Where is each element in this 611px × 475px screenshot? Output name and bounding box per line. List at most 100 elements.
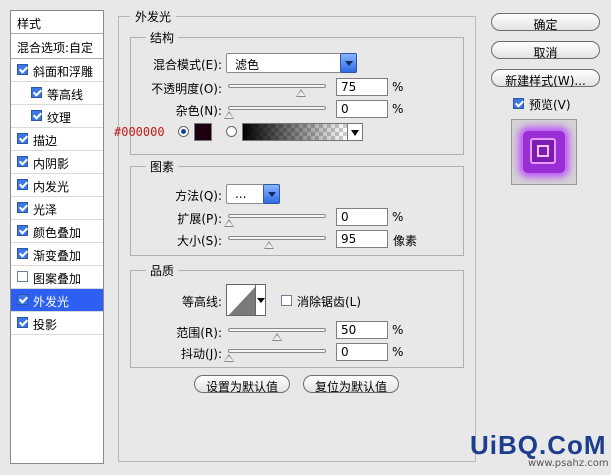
drop-shadow-checkbox[interactable] <box>17 317 28 328</box>
jitter-slider-handle[interactable] <box>224 354 234 362</box>
color-overlay-checkbox[interactable] <box>17 225 28 236</box>
style-item-color-overlay[interactable]: 颜色叠加 <box>11 220 103 243</box>
range-input[interactable]: 50 <box>336 321 388 339</box>
inner-shadow-checkbox[interactable] <box>17 156 28 167</box>
pattern-overlay-label: 图案叠加 <box>33 272 82 286</box>
opacity-value: 75 <box>341 80 357 94</box>
jitter-input[interactable]: 0 <box>336 343 388 361</box>
blend-mode-label: 混合模式(E): <box>153 58 222 72</box>
opacity-slider[interactable] <box>228 84 326 97</box>
ok-label: 确定 <box>533 18 558 32</box>
antialias-checkbox[interactable] <box>281 295 292 306</box>
pattern-overlay-checkbox[interactable] <box>17 271 28 282</box>
cancel-label: 取消 <box>533 46 558 60</box>
set-default-button[interactable]: 设置为默认值 <box>194 375 290 394</box>
watermark-logo: UiBQ.CoM <box>470 430 607 460</box>
range-slider[interactable] <box>228 328 326 341</box>
satin-checkbox[interactable] <box>17 202 28 213</box>
chevron-down-icon <box>257 298 265 303</box>
spread-value: 0 <box>341 210 349 224</box>
styles-header[interactable]: 样式 <box>11 11 103 34</box>
antialias-label: 消除锯齿(L) <box>297 295 362 309</box>
spread-input[interactable]: 0 <box>336 208 388 226</box>
size-value: 95 <box>341 232 357 246</box>
style-item-satin[interactable]: 光泽 <box>11 197 103 220</box>
style-item-gradient-overlay[interactable]: 渐变叠加 <box>11 243 103 266</box>
inner-shadow-label: 内阴影 <box>33 157 70 171</box>
style-item-inner-glow[interactable]: 内发光 <box>11 174 103 197</box>
noise-slider-handle[interactable] <box>224 111 234 119</box>
new-style-label: 新建样式(W)... <box>505 74 586 88</box>
satin-label: 光泽 <box>33 203 58 217</box>
method-label: 方法(Q): <box>175 189 222 203</box>
noise-label: 杂色(N): <box>175 104 222 118</box>
noise-unit: % <box>392 102 404 116</box>
chevron-down-icon[interactable] <box>340 53 357 73</box>
opacity-label: 不透明度(O): <box>151 82 222 96</box>
contour-curve-icon <box>228 287 255 315</box>
spread-label: 扩展(P): <box>177 212 222 226</box>
cancel-button[interactable]: 取消 <box>491 41 600 60</box>
style-item-texture[interactable]: 纹理 <box>11 105 103 128</box>
styles-list-panel: 样式 混合选项:自定 斜面和浮雕 等高线 纹理 描边 内阴影 内发光 光泽 颜色… <box>10 10 104 464</box>
blend-mode-value: 滤色 <box>235 58 260 72</box>
color-overlay-label: 颜色叠加 <box>33 226 82 240</box>
style-preview <box>511 119 577 185</box>
style-item-stroke[interactable]: 描边 <box>11 128 103 151</box>
contour-label: 等高线 <box>47 88 84 102</box>
size-input[interactable]: 95 <box>336 230 388 248</box>
contour-picker[interactable] <box>226 284 256 316</box>
style-item-inner-shadow[interactable]: 内阴影 <box>11 151 103 174</box>
range-slider-handle[interactable] <box>272 333 282 341</box>
bevel-emboss-checkbox[interactable] <box>17 64 28 75</box>
style-item-bevel-emboss[interactable]: 斜面和浮雕 <box>11 59 103 82</box>
spread-unit: % <box>392 210 404 224</box>
noise-input[interactable]: 0 <box>336 100 388 118</box>
reset-default-button[interactable]: 复位为默认值 <box>303 375 399 394</box>
new-style-button[interactable]: 新建样式(W)... <box>491 69 600 88</box>
preview-thumbnail <box>523 131 565 173</box>
set-default-label: 设置为默认值 <box>205 380 278 394</box>
size-slider-handle[interactable] <box>264 241 275 249</box>
stroke-checkbox[interactable] <box>17 133 28 144</box>
preview-checkbox[interactable] <box>513 98 524 109</box>
solid-color-radio[interactable] <box>178 126 189 137</box>
glow-gradient-swatch[interactable] <box>242 123 348 141</box>
gradient-overlay-label: 渐变叠加 <box>33 249 82 263</box>
glow-color-swatch[interactable] <box>194 123 212 141</box>
blend-mode-select[interactable]: 滤色 <box>226 53 357 73</box>
range-unit: % <box>392 323 404 337</box>
contour-dropdown-button[interactable] <box>255 284 266 316</box>
style-item-contour[interactable]: 等高线 <box>11 82 103 105</box>
ok-button[interactable]: 确定 <box>491 13 600 32</box>
style-item-outer-glow[interactable]: 外发光 <box>11 289 103 312</box>
contour-checkbox[interactable] <box>31 87 42 98</box>
style-item-drop-shadow[interactable]: 投影 <box>11 312 103 335</box>
texture-checkbox[interactable] <box>31 110 42 121</box>
spread-slider[interactable] <box>224 214 326 227</box>
style-item-pattern-overlay[interactable]: 图案叠加 <box>11 266 103 289</box>
blend-options-label: 混合选项:自定 <box>17 41 94 55</box>
styles-header-label: 样式 <box>17 17 42 31</box>
size-slider[interactable] <box>228 236 326 249</box>
stroke-label: 描边 <box>33 134 58 148</box>
chevron-down-icon[interactable] <box>263 184 280 204</box>
gradient-radio[interactable] <box>226 126 237 137</box>
inner-glow-checkbox[interactable] <box>17 179 28 190</box>
method-select[interactable]: ... <box>226 184 280 204</box>
gradient-dropdown-button[interactable] <box>347 123 363 141</box>
range-value: 50 <box>341 323 357 337</box>
noise-value: 0 <box>341 102 349 116</box>
outer-glow-checkbox[interactable] <box>17 294 28 305</box>
structure-title: 结构 <box>146 29 179 46</box>
opacity-input[interactable]: 75 <box>336 78 388 96</box>
opacity-slider-handle[interactable] <box>296 89 306 97</box>
spread-slider-handle[interactable] <box>224 219 234 227</box>
noise-slider[interactable] <box>224 106 326 119</box>
inner-glow-label: 内发光 <box>33 180 70 194</box>
gradient-overlay-checkbox[interactable] <box>17 248 28 259</box>
blend-options-item[interactable]: 混合选项:自定 <box>11 34 103 59</box>
chevron-down-icon <box>351 130 359 136</box>
panel-title: 外发光 <box>130 8 177 25</box>
jitter-slider[interactable] <box>224 349 326 362</box>
